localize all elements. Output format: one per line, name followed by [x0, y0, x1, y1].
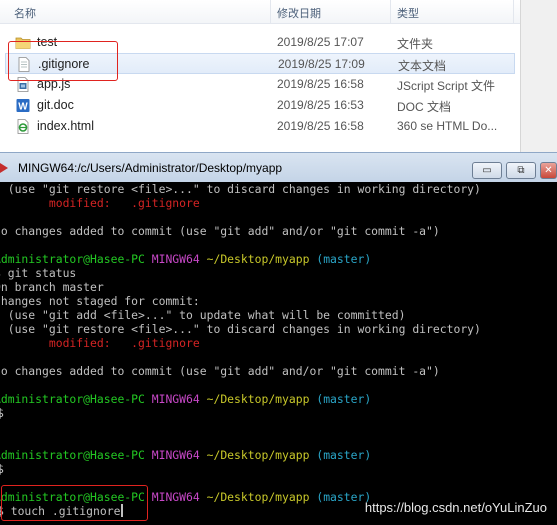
column-date[interactable]: 修改日期	[277, 5, 321, 21]
window-frame	[520, 0, 557, 152]
svg-text:W: W	[18, 102, 28, 113]
file-type: JScript Script 文件	[397, 79, 496, 93]
file-row[interactable]: index.html 2019/8/25 16:58 360 se HTML D…	[5, 116, 515, 137]
prompt-branch: (master)	[316, 490, 372, 504]
restore-button[interactable]: ⧉	[506, 162, 536, 179]
terminal-line: modified: .gitignore	[0, 196, 200, 210]
column-type[interactable]: 类型	[397, 5, 419, 21]
watermark: https://blog.csdn.net/oYuLinZuo	[364, 500, 547, 515]
word-file-icon: W	[16, 99, 30, 113]
terminal-line: no changes added to commit (use "git add…	[0, 364, 440, 378]
prompt-system: MINGW64	[151, 392, 200, 406]
prompt-line: Administrator@Hasee-PC MINGW64 ~/Desktop…	[0, 392, 371, 406]
prompt-user: Administrator@Hasee-PC	[0, 392, 145, 406]
command-line: $	[0, 406, 4, 420]
prompt-system: MINGW64	[151, 490, 200, 504]
terminal-line: Changes not staged for commit:	[0, 294, 200, 308]
file-date: 2019/8/25 16:53	[277, 98, 364, 112]
minimize-button[interactable]: ▭	[472, 162, 502, 179]
prompt-branch: (master)	[316, 252, 372, 266]
command-line: $ git status	[0, 266, 77, 280]
prompt-line: Administrator@Hasee-PC MINGW64 ~/Desktop…	[0, 448, 371, 462]
prompt-system: MINGW64	[151, 448, 200, 462]
git-bash-icon	[0, 163, 8, 173]
html-file-icon	[17, 119, 29, 134]
terminal-line: (use "git restore <file>..." to discard …	[0, 182, 481, 196]
terminal-line: no changes added to commit (use "git add…	[0, 224, 440, 238]
file-type: DOC 文档	[397, 100, 452, 114]
command-line: $	[0, 462, 4, 476]
file-date: 2019/8/25 17:09	[278, 57, 365, 71]
terminal-line: modified: .gitignore	[0, 336, 200, 350]
modified-label: modified:	[0, 196, 132, 210]
terminal-line: (use "git add <file>..." to update what …	[0, 308, 406, 322]
highlight-box-command	[1, 485, 148, 521]
file-type: 文本文档	[398, 59, 447, 73]
prompt-user: Administrator@Hasee-PC	[0, 252, 145, 266]
prompt-branch: (master)	[316, 392, 372, 406]
modified-file: .gitignore	[131, 336, 200, 350]
prompt-path: ~/Desktop/myapp	[206, 392, 310, 406]
file-date: 2019/8/25 16:58	[277, 77, 364, 91]
prompt-user: Administrator@Hasee-PC	[0, 448, 145, 462]
file-name: index.html	[37, 119, 94, 133]
column-name[interactable]: 名称	[14, 5, 36, 21]
prompt-path: ~/Desktop/myapp	[206, 252, 310, 266]
terminal-line: On branch master	[0, 280, 104, 294]
terminal-titlebar[interactable]: MINGW64:/c/Users/Administrator/Desktop/m…	[0, 152, 557, 182]
terminal-line: (use "git restore <file>..." to discard …	[0, 322, 481, 336]
file-type: 360 se HTML Do...	[397, 119, 498, 133]
file-date: 2019/8/25 16:58	[277, 119, 364, 133]
highlight-box-gitignore	[8, 41, 118, 81]
prompt-line: Administrator@Hasee-PC MINGW64 ~/Desktop…	[0, 252, 371, 266]
prompt-path: ~/Desktop/myapp	[206, 490, 310, 504]
window-title: MINGW64:/c/Users/Administrator/Desktop/m…	[18, 161, 283, 175]
modified-file: .gitignore	[131, 196, 200, 210]
file-row[interactable]: W git.doc 2019/8/25 16:53 DOC 文档	[5, 95, 515, 116]
file-type: 文件夹	[397, 37, 434, 51]
terminal-output[interactable]: (use "git restore <file>..." to discard …	[0, 182, 557, 525]
prompt-system: MINGW64	[151, 252, 200, 266]
file-name: git.doc	[37, 98, 74, 112]
prompt-path: ~/Desktop/myapp	[206, 448, 310, 462]
modified-label: modified:	[0, 336, 132, 350]
file-explorer: 名称 修改日期 类型 test 2019/8/25 17:07 文件夹 .git…	[0, 0, 557, 152]
column-header: 名称 修改日期 类型	[0, 0, 520, 24]
file-date: 2019/8/25 17:07	[277, 35, 364, 49]
close-button[interactable]: ✕	[540, 162, 557, 179]
prompt-branch: (master)	[316, 448, 372, 462]
